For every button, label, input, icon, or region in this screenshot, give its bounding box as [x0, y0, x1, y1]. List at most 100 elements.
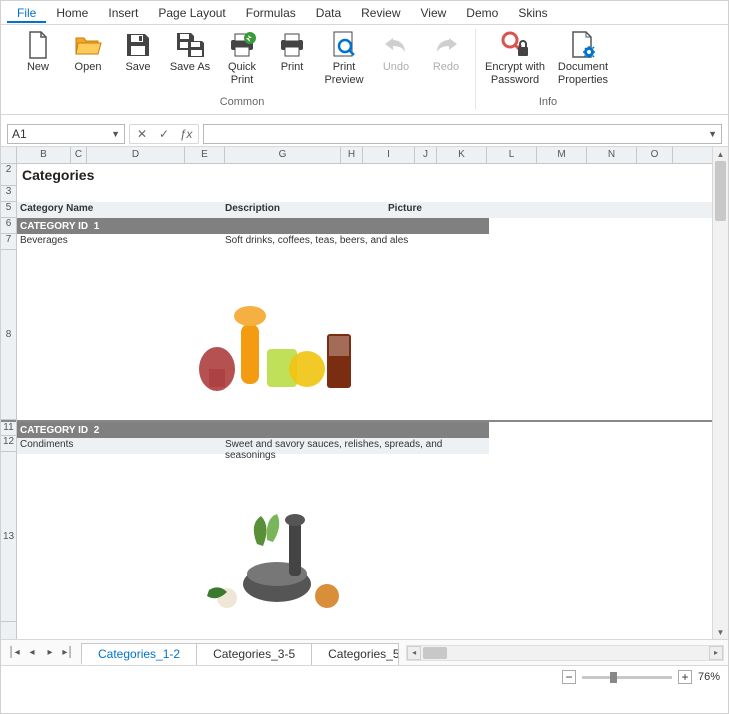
- undo-icon: [382, 31, 410, 59]
- ribbon: New Open Save Save As Quick Print Print: [1, 25, 728, 115]
- category-id-bar[interactable]: CATEGORY ID 1: [17, 218, 489, 234]
- row-header[interactable]: 7: [1, 234, 16, 250]
- undo-button[interactable]: Undo: [371, 29, 421, 76]
- sheet-tab[interactable]: Categories_1-2: [81, 643, 197, 665]
- zoom-slider[interactable]: [582, 676, 672, 679]
- scroll-right-icon[interactable]: ▸: [709, 646, 723, 660]
- column-header[interactable]: L: [487, 147, 537, 163]
- menu-data[interactable]: Data: [306, 3, 351, 23]
- redo-icon: [432, 31, 460, 59]
- scroll-down-icon[interactable]: ▼: [713, 625, 728, 639]
- menu-file[interactable]: File: [7, 3, 46, 23]
- table-row[interactable]: Condiments Sweet and savory sauces, reli…: [17, 438, 489, 454]
- save-as-button[interactable]: Save As: [163, 29, 217, 76]
- column-header[interactable]: H: [341, 147, 363, 163]
- name-box[interactable]: A1 ▼: [7, 124, 125, 144]
- picture-cell[interactable]: [157, 484, 377, 624]
- chevron-down-icon[interactable]: ▼: [708, 129, 717, 139]
- encrypt-button[interactable]: Encrypt with Password: [480, 29, 550, 88]
- menu-home[interactable]: Home: [46, 3, 98, 23]
- formula-bar-buttons: ✕ ✓ ƒx: [129, 124, 199, 144]
- menu-bar: File Home Insert Page Layout Formulas Da…: [1, 1, 728, 25]
- picture-cell[interactable]: [157, 264, 377, 404]
- col-label: Category Name: [17, 202, 222, 218]
- ribbon-group-common: New Open Save Save As Quick Print Print: [9, 29, 476, 110]
- formula-bar: A1 ▼ ✕ ✓ ƒx ▼: [1, 121, 728, 147]
- menu-demo[interactable]: Demo: [456, 3, 508, 23]
- cancel-formula-button[interactable]: ✕: [132, 125, 152, 143]
- ribbon-group-title-common: Common: [220, 94, 265, 110]
- quick-print-button[interactable]: Quick Print: [217, 29, 267, 88]
- ribbon-group-title-info: Info: [539, 94, 557, 110]
- row-header[interactable]: 8: [1, 250, 16, 420]
- cell-description: Sweet and savory sauces, relishes, sprea…: [222, 438, 482, 454]
- column-header[interactable]: N: [587, 147, 637, 163]
- sheet-title-cell[interactable]: Categories: [22, 167, 94, 183]
- menu-review[interactable]: Review: [351, 3, 410, 23]
- doc-gear-icon: [569, 31, 597, 59]
- key-lock-icon: [501, 31, 529, 59]
- column-header[interactable]: I: [363, 147, 415, 163]
- cell-description: Soft drinks, coffees, teas, beers, and a…: [222, 234, 482, 250]
- row-headers: 2 3 5 6 7 8 11 12 13: [1, 164, 17, 639]
- tab-first-icon[interactable]: │◂: [7, 647, 21, 658]
- select-all-corner[interactable]: [1, 147, 17, 163]
- formula-input[interactable]: ▼: [203, 124, 722, 144]
- sheet-tab[interactable]: Categories_5: [311, 643, 399, 665]
- print-button[interactable]: Print: [267, 29, 317, 76]
- col-label: Description: [222, 202, 385, 218]
- menu-skins[interactable]: Skins: [508, 3, 557, 23]
- scroll-up-icon[interactable]: ▲: [713, 147, 728, 161]
- column-header[interactable]: B: [17, 147, 71, 163]
- zoom-in-button[interactable]: +: [678, 670, 692, 684]
- cell-reference: A1: [12, 127, 27, 141]
- row-header[interactable]: 2: [1, 164, 16, 186]
- zoom-level[interactable]: 76%: [698, 671, 720, 683]
- col-label: Picture: [385, 202, 485, 218]
- scroll-left-icon[interactable]: ◂: [407, 646, 421, 660]
- fx-button[interactable]: ƒx: [176, 125, 196, 143]
- scrollbar-thumb[interactable]: [715, 161, 726, 221]
- vertical-scrollbar[interactable]: ▲ ▼: [712, 147, 728, 639]
- open-button[interactable]: Open: [63, 29, 113, 76]
- tab-last-icon[interactable]: ▸│: [61, 647, 75, 658]
- row-header[interactable]: 13: [1, 452, 16, 622]
- column-header[interactable]: C: [71, 147, 87, 163]
- column-header[interactable]: J: [415, 147, 437, 163]
- print-preview-button[interactable]: Print Preview: [317, 29, 371, 88]
- column-header[interactable]: K: [437, 147, 487, 163]
- ribbon-group-info: Encrypt with Password Document Propertie…: [476, 29, 620, 110]
- column-header[interactable]: O: [637, 147, 673, 163]
- zoom-slider-thumb[interactable]: [610, 672, 617, 683]
- status-bar: − + 76%: [1, 666, 728, 688]
- category-id-bar[interactable]: CATEGORY ID 2: [17, 422, 489, 438]
- redo-button[interactable]: Redo: [421, 29, 471, 76]
- column-header[interactable]: E: [185, 147, 225, 163]
- column-header[interactable]: G: [225, 147, 341, 163]
- cell-grid[interactable]: Categories Category Name Description Pic…: [17, 164, 728, 639]
- tab-next-icon[interactable]: ▸: [43, 647, 57, 658]
- scrollbar-thumb[interactable]: [423, 647, 447, 659]
- beverages-image: [157, 264, 377, 404]
- row-header[interactable]: 6: [1, 218, 16, 234]
- menu-formulas[interactable]: Formulas: [236, 3, 306, 23]
- save-button[interactable]: Save: [113, 29, 163, 76]
- menu-page-layout[interactable]: Page Layout: [148, 3, 235, 23]
- menu-insert[interactable]: Insert: [98, 3, 148, 23]
- sheet-tab[interactable]: Categories_3-5: [196, 643, 312, 665]
- new-button[interactable]: New: [13, 29, 63, 76]
- row-header[interactable]: 5: [1, 202, 16, 218]
- zoom-out-button[interactable]: −: [562, 670, 576, 684]
- row-header[interactable]: 3: [1, 186, 16, 202]
- column-header[interactable]: M: [537, 147, 587, 163]
- doc-properties-button[interactable]: Document Properties: [550, 29, 616, 88]
- row-header[interactable]: 11: [1, 420, 16, 436]
- row-header[interactable]: 12: [1, 436, 16, 452]
- column-header[interactable]: D: [87, 147, 185, 163]
- accept-formula-button[interactable]: ✓: [154, 125, 174, 143]
- horizontal-scrollbar[interactable]: ◂ ▸: [406, 645, 724, 661]
- menu-view[interactable]: View: [411, 3, 457, 23]
- save-icon: [124, 31, 152, 59]
- tab-prev-icon[interactable]: ◂: [25, 647, 39, 658]
- table-row[interactable]: Beverages Soft drinks, coffees, teas, be…: [17, 234, 489, 250]
